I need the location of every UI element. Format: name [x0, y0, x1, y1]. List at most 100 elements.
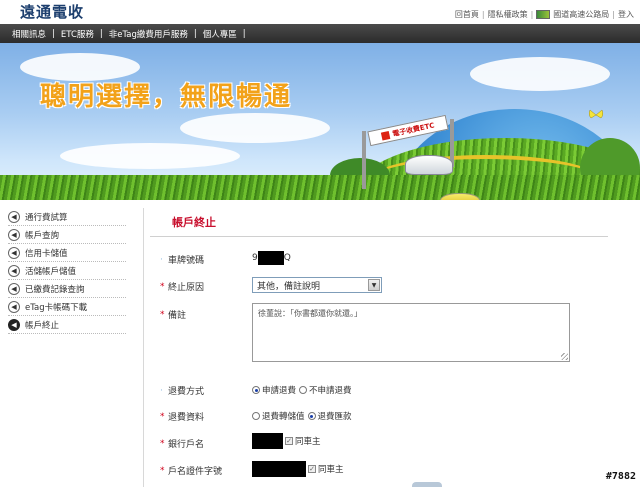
remark-label: * 備註 — [160, 308, 187, 322]
radio-label: 不申請退費 — [309, 386, 352, 396]
banner-slogan: 聰明選擇，無限暢通 — [40, 82, 293, 112]
id-number-label-text: 戶名證件字號 — [168, 467, 223, 477]
required-mark: * — [160, 438, 165, 449]
radio-label: 申請退費 — [262, 386, 297, 396]
bullet-icon: · — [160, 254, 163, 265]
radio-refund-remit[interactable] — [307, 412, 316, 420]
same-owner-checkbox-2[interactable]: ✓ — [308, 465, 316, 473]
reason-label: * 終止原因 — [160, 280, 205, 294]
separator: | — [530, 10, 534, 19]
nav-separator: | — [193, 28, 197, 39]
sidebar-item-credit-topup[interactable]: ◀ 信用卡儲值 — [8, 244, 126, 262]
chevron-left-icon: ◀ — [8, 264, 20, 277]
redacted-block — [252, 433, 283, 449]
sidebar-item-label: 已繳費記錄查詢 — [25, 284, 85, 295]
separator: | — [481, 10, 485, 19]
nav-item-personal[interactable]: 個人專區 — [203, 28, 237, 40]
sidebar-item-account-query[interactable]: ◀ 帳戶查詢 — [8, 226, 126, 244]
nav-separator: | — [52, 28, 55, 39]
sidebar-item-label: eTag卡帳碼下載 — [25, 302, 88, 313]
nav-item-news[interactable]: 相關訊息 — [12, 28, 46, 40]
login-link[interactable]: 登入 — [618, 9, 634, 20]
sidebar-menu: ◀ 通行費試算 ◀ 帳戶查詢 ◀ 信用卡儲值 ◀ 活儲帳戶儲值 ◀ 已繳費記錄查… — [8, 208, 126, 334]
home-link[interactable]: 回首頁 — [455, 9, 479, 20]
chevron-left-icon: ◀ — [8, 210, 20, 223]
cloud — [60, 143, 240, 169]
sidebar-item-label: 帳戶終止 — [25, 320, 60, 331]
reason-selected-value: 其他，備註說明 — [257, 281, 321, 292]
sidebar-item-label: 帳戶查詢 — [25, 230, 60, 241]
plate-suffix: Q — [283, 253, 291, 263]
utility-links: 回首頁 | 隱私權政策 | 國道高速公路局 | 登入 — [455, 9, 634, 20]
refund-method-group: 申請退費 不申請退費 — [252, 384, 355, 396]
radio-no-refund[interactable] — [299, 386, 308, 394]
cloud — [470, 57, 610, 91]
site-logo[interactable]: 遠通電收 — [20, 1, 84, 22]
account-name-label-text: 銀行戶名 — [168, 440, 205, 450]
butterfly-icon — [588, 109, 604, 119]
sidebar-item-etag-download[interactable]: ◀ eTag卡帳碼下載 — [8, 298, 126, 316]
chevron-left-icon: ◀ — [8, 282, 20, 295]
vertical-divider — [143, 208, 144, 487]
sidebar-item-label: 通行費試算 — [25, 212, 68, 223]
page-title: 帳戶終止 — [172, 216, 216, 229]
radio-refund-to-balance[interactable] — [252, 412, 260, 420]
chevron-left-icon: ◀ — [8, 300, 20, 313]
refund-info-label-text: 退費資料 — [168, 413, 205, 423]
yellow-car-graphic — [440, 193, 480, 200]
sidebar-item-payment-history[interactable]: ◀ 已繳費記錄查詢 — [8, 280, 126, 298]
chevron-left-icon: ◀ — [8, 246, 20, 259]
watermark: #7882 — [605, 471, 636, 482]
privacy-link[interactable]: 隱私權政策 — [488, 9, 528, 20]
dropdown-arrow-icon[interactable]: ▼ — [368, 279, 380, 291]
freeway-bureau-link[interactable]: 國道高速公路局 — [553, 9, 609, 20]
chevron-left-icon: ◀ — [8, 228, 20, 241]
same-owner-label: 同車主 — [295, 437, 321, 447]
cloud — [180, 113, 330, 143]
required-mark: * — [160, 309, 165, 320]
chevron-left-icon: ◀ — [8, 318, 20, 331]
etc-logo-icon — [380, 130, 391, 140]
main-nav: 相關訊息 | ETC服務 | 非eTag繳費用戶服務 | 個人專區 | — [0, 24, 640, 43]
remark-text: 徐董說：「你書都還你就還。」 — [258, 309, 362, 318]
required-mark: * — [160, 411, 165, 422]
white-car-graphic — [405, 155, 453, 175]
remark-textarea[interactable]: 徐董說：「你書都還你就還。」 — [252, 303, 570, 362]
sidebar-item-label: 信用卡儲值 — [25, 248, 68, 259]
id-number-label: * 戶名證件字號 — [160, 464, 223, 478]
same-owner-checkbox[interactable]: ✓ — [285, 437, 293, 445]
top-header: 遠通電收 回首頁 | 隱私權政策 | 國道高速公路局 | 登入 — [0, 0, 640, 24]
account-name-label: * 銀行戶名 — [160, 437, 205, 451]
remark-label-text: 備註 — [168, 311, 187, 321]
radio-apply-refund[interactable] — [252, 386, 260, 394]
resize-grip-icon[interactable] — [561, 353, 568, 360]
sign-post — [362, 131, 366, 189]
id-number-row: ✓ 同車主 — [252, 461, 344, 477]
freeway-logo-icon — [536, 10, 551, 19]
redacted-block — [252, 461, 306, 477]
title-divider — [150, 236, 608, 237]
nav-separator: | — [99, 28, 103, 39]
refund-method-label-text: 退費方式 — [168, 387, 205, 397]
reason-label-text: 終止原因 — [168, 283, 205, 293]
plate-value: 9 Q — [252, 251, 291, 265]
reason-select[interactable]: 其他，備註說明 ▼ — [252, 277, 382, 293]
required-mark: * — [160, 465, 165, 476]
bullet-icon: · — [160, 385, 163, 396]
sidebar-item-savings-topup[interactable]: ◀ 活儲帳戶儲值 — [8, 262, 126, 280]
hero-banner: 聰明選擇，無限暢通 電子收費ETC — [0, 43, 640, 200]
nav-item-etc-service[interactable]: ETC服務 — [61, 28, 94, 40]
same-owner-label: 同車主 — [318, 465, 344, 475]
plate-label: · 車牌號碼 — [160, 253, 205, 267]
separator: | — [612, 10, 615, 19]
nav-item-non-etag[interactable]: 非eTag繳費用戶服務 — [109, 28, 188, 40]
grass-strip — [0, 175, 640, 200]
sidebar-item-toll-calc[interactable]: ◀ 通行費試算 — [8, 208, 126, 226]
radio-label: 退費轉儲值 — [262, 412, 305, 422]
refund-info-group: 退費轉儲值 退費匯款 — [252, 410, 355, 422]
refund-info-label: * 退費資料 — [160, 410, 205, 424]
radio-label: 退費匯款 — [317, 412, 352, 422]
sidebar-item-account-terminate[interactable]: ◀ 帳戶終止 — [8, 316, 126, 334]
submit-button[interactable] — [412, 482, 442, 487]
plate-label-text: 車牌號碼 — [168, 256, 205, 266]
